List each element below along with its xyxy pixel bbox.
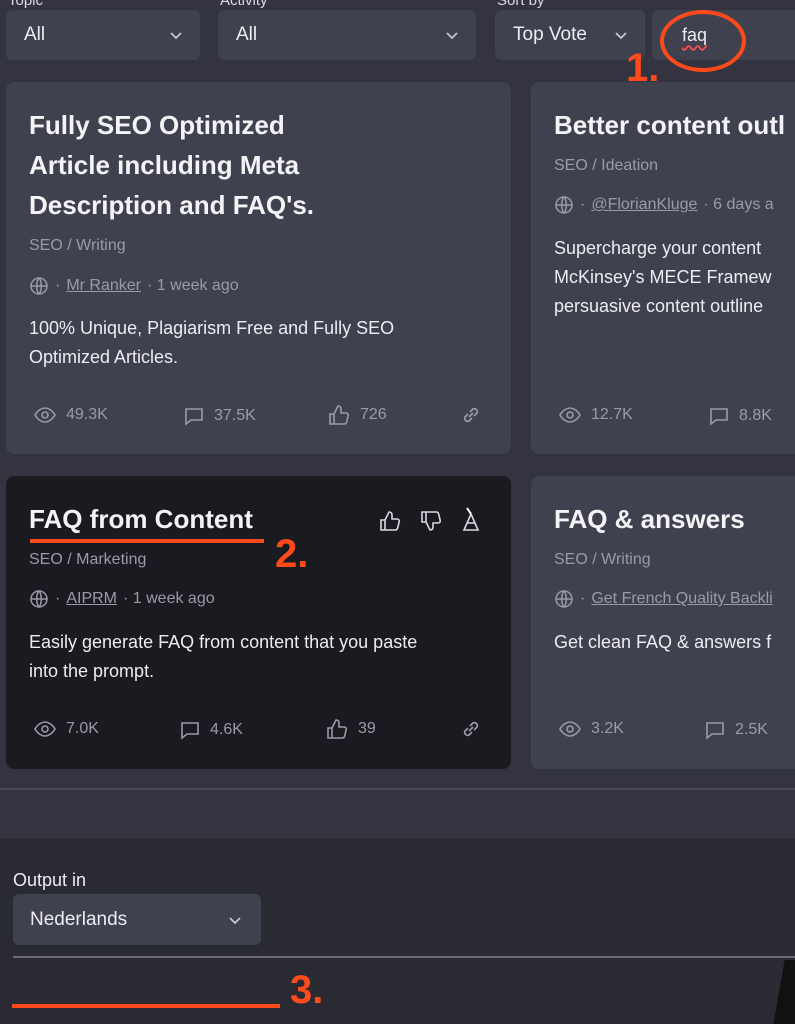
views-stat: 7.0K	[34, 720, 99, 738]
comment-icon	[181, 722, 199, 740]
globe-icon	[555, 590, 573, 608]
globe-icon	[30, 590, 48, 608]
globe-icon	[555, 196, 573, 214]
card-category: SEO / Marketing	[29, 551, 147, 568]
comment-icon	[706, 722, 724, 740]
card-title: FAQ from Content	[29, 504, 253, 534]
card-meta: · Get French Quality Backli	[554, 589, 773, 609]
eye-icon	[34, 407, 56, 423]
views-stat: 12.7K	[559, 406, 633, 424]
card-time: · 1 week ago	[123, 590, 215, 607]
output-language-label: Output in	[13, 870, 87, 890]
comments-stat: 37.5K	[184, 406, 256, 426]
eye-icon	[559, 407, 581, 423]
section-divider	[0, 788, 795, 790]
card-category: SEO / Writing	[29, 237, 126, 254]
thumbs-up-icon[interactable]	[379, 510, 403, 534]
comments-stat: 4.6K	[180, 720, 243, 740]
card-category: SEO / Writing	[554, 551, 651, 568]
eye-icon	[34, 721, 56, 737]
author-link[interactable]: Get French Quality Backli	[591, 590, 772, 608]
likes-stat: 726	[328, 404, 387, 426]
annotation-number-3: 3.	[290, 968, 324, 1012]
card-title: Fully SEO Optimized Article including Me…	[29, 110, 315, 220]
card-title: Better content outl	[554, 110, 786, 140]
chevron-down-icon	[229, 917, 241, 925]
sort-select[interactable]: Top Vote	[495, 10, 645, 60]
card-description: Supercharge your content McKinsey's MECE…	[554, 238, 772, 316]
output-language-value: Nederlands	[30, 908, 128, 930]
card-description: Get clean FAQ & answers f	[554, 632, 772, 652]
card-meta: · Mr Ranker · 1 week ago	[29, 276, 239, 296]
prompt-card[interactable]: Fully SEO Optimized Article including Me…	[6, 82, 511, 454]
annotation-underline	[30, 539, 264, 543]
author-link[interactable]: Mr Ranker	[66, 277, 141, 295]
comment-icon	[185, 408, 203, 426]
annotation-underline	[12, 1004, 280, 1008]
activity-label: Activity	[220, 0, 268, 9]
link-icon[interactable]	[460, 718, 484, 742]
author-link[interactable]: @FlorianKluge	[591, 196, 697, 214]
prompt-card[interactable]: Better content outl SEO / Ideation · @Fl…	[531, 82, 795, 454]
globe-icon	[30, 277, 48, 295]
chevron-down-icon	[170, 32, 182, 40]
thumbs-up-icon	[327, 719, 348, 739]
prompt-card-active[interactable]: FAQ from Content SEO / Marketing · AIPRM…	[6, 476, 511, 769]
card-meta: · @FlorianKluge · 6 days a	[554, 195, 774, 215]
card-time: · 1 week ago	[147, 277, 239, 294]
activity-select[interactable]: All	[218, 10, 476, 60]
card-time: · 6 days a	[703, 196, 774, 213]
output-language-select[interactable]: Nederlands	[13, 894, 261, 945]
activity-select-value: All	[236, 24, 258, 45]
card-description: 100% Unique, Plagiarism Free and Fully S…	[29, 318, 395, 367]
topic-label: Topic	[8, 0, 44, 9]
chevron-down-icon	[615, 32, 627, 40]
eye-icon	[559, 721, 581, 737]
views-stat: 3.2K	[559, 720, 624, 738]
flag-icon[interactable]	[459, 506, 483, 531]
prompt-card[interactable]: FAQ & answers SEO / Writing · Get French…	[531, 476, 795, 769]
card-description: Easily generate FAQ from content that yo…	[29, 632, 418, 681]
card-category: SEO / Ideation	[554, 157, 659, 174]
card-title: FAQ & answers	[554, 504, 745, 534]
edge-shadow	[770, 960, 795, 1024]
comments-stat: 2.5K	[705, 720, 768, 740]
thumbs-up-icon	[329, 405, 350, 425]
annotation-number-2: 2.	[275, 532, 309, 576]
card-meta: · AIPRM · 1 week ago	[29, 589, 215, 609]
thumbs-down-icon[interactable]	[420, 510, 444, 534]
topic-select[interactable]: All	[6, 10, 200, 60]
link-icon[interactable]	[460, 404, 484, 428]
comment-icon	[710, 408, 728, 426]
likes-stat: 39	[326, 718, 376, 740]
sort-select-value: Top Vote	[513, 24, 587, 45]
topic-select-value: All	[24, 24, 46, 45]
prompt-input-border	[13, 956, 795, 958]
sort-label: Sort by	[497, 0, 545, 9]
views-stat: 49.3K	[34, 406, 108, 424]
comments-stat: 8.8K	[709, 406, 772, 426]
chevron-down-icon	[446, 32, 458, 40]
author-link[interactable]: AIPRM	[66, 590, 117, 608]
annotation-circle	[660, 10, 746, 72]
